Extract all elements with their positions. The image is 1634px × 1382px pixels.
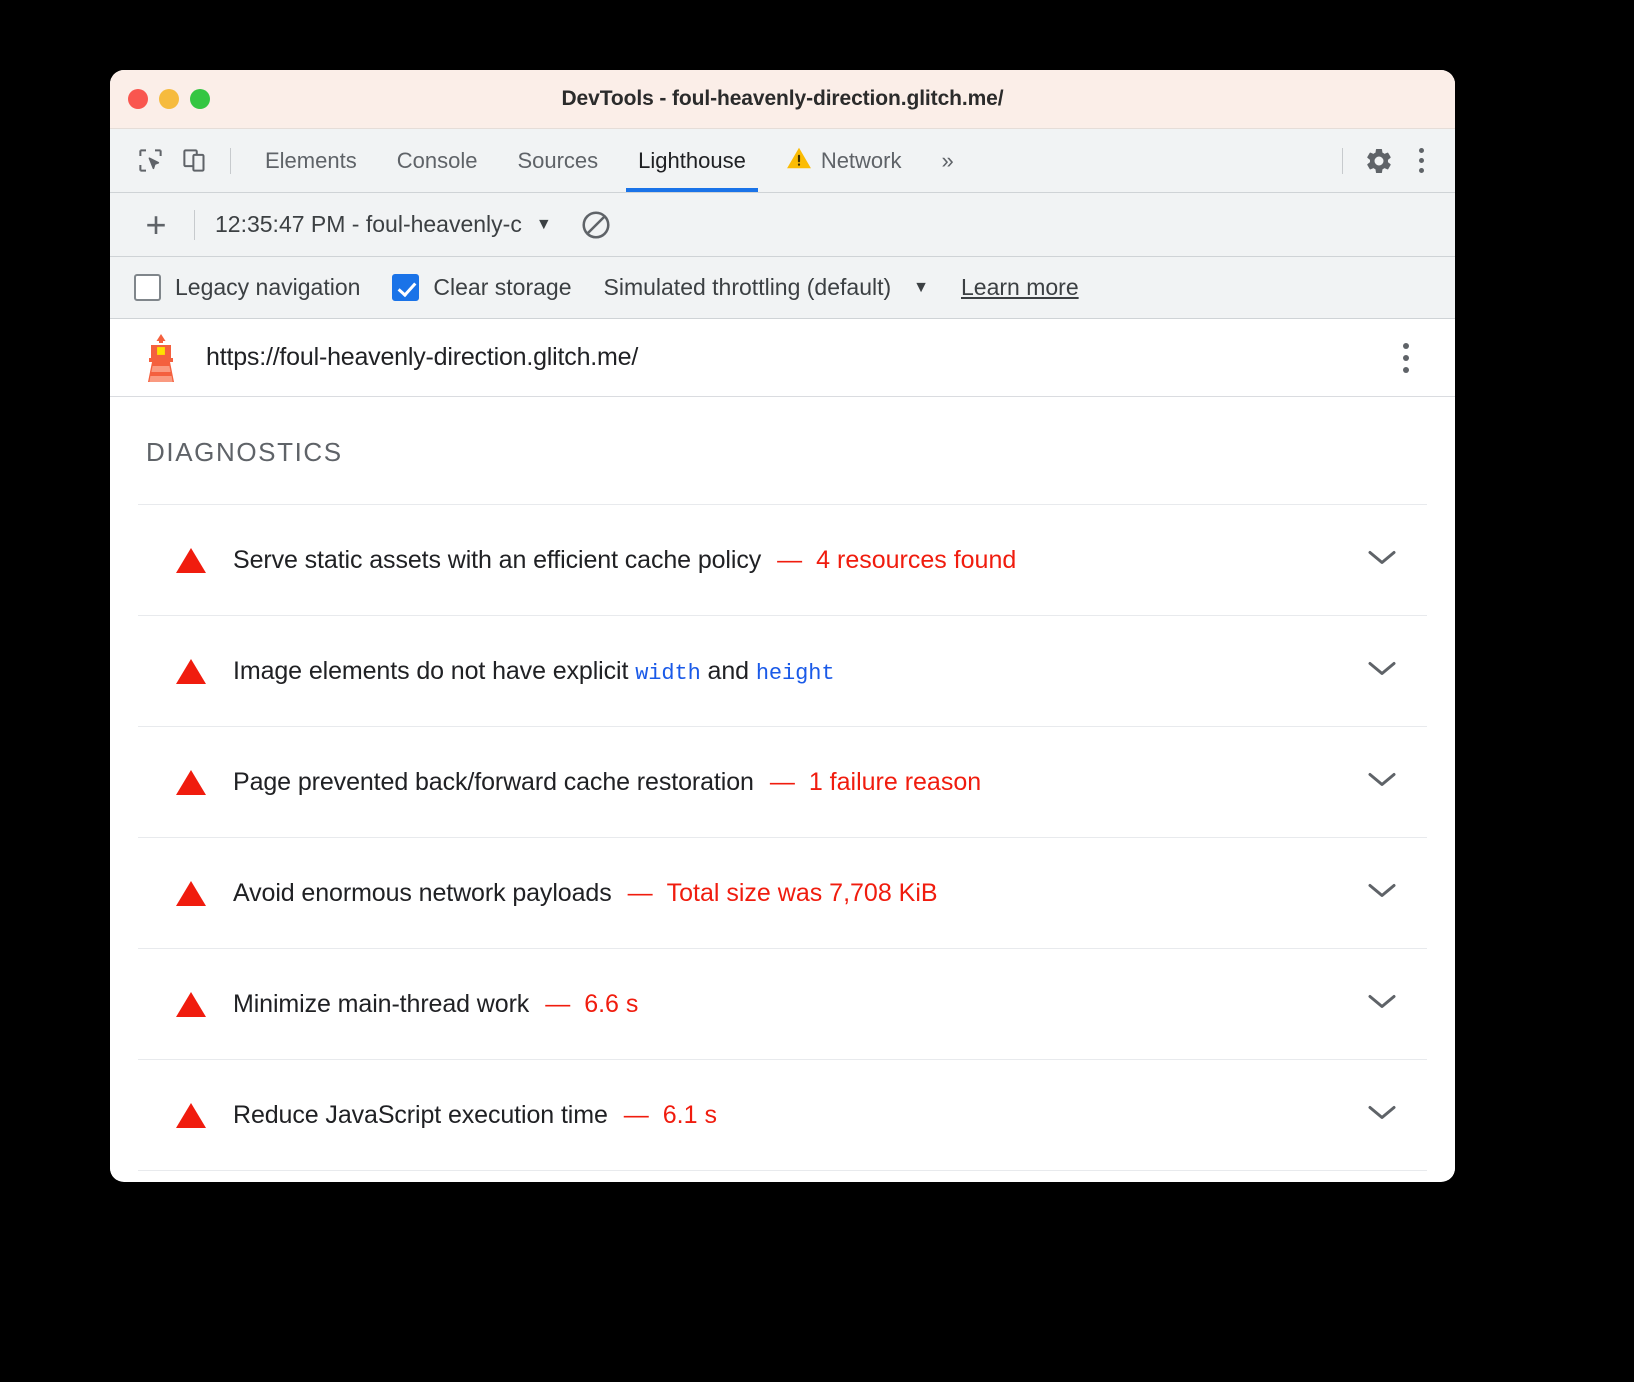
chevron-down-icon[interactable] xyxy=(1367,771,1397,794)
chevron-down-icon: ▼ xyxy=(913,279,929,297)
chevron-down-icon: ▼ xyxy=(536,216,552,234)
audit-value-text: Total size was 7,708 KiB xyxy=(667,879,938,907)
audit-row[interactable]: Page prevented back/forward cache restor… xyxy=(138,726,1427,837)
learn-more-link[interactable]: Learn more xyxy=(961,274,1079,301)
audit-title: Reduce JavaScript execution time xyxy=(233,1101,608,1130)
audit-row[interactable]: Reduce JavaScript execution time — 6.1 s xyxy=(138,1059,1427,1170)
report-options-icon[interactable] xyxy=(1385,334,1427,382)
fail-triangle-icon xyxy=(176,881,206,906)
tab-console-label: Console xyxy=(397,148,478,174)
audit-row[interactable]: Image elements do not have explicit widt… xyxy=(138,615,1427,726)
audit-value-text: 6.6 s xyxy=(584,990,638,1018)
tab-lighthouse-label: Lighthouse xyxy=(638,148,746,174)
audit-title: Serve static assets with an efficient ca… xyxy=(233,546,761,575)
audit-value: — Total size was 7,708 KiB xyxy=(628,879,938,908)
audit-row[interactable]: Avoid enormous network payloads — Total s… xyxy=(138,837,1427,948)
tab-lighthouse[interactable]: Lighthouse xyxy=(618,129,766,192)
audit-value-text: 6.1 s xyxy=(663,1101,717,1129)
inspect-element-icon[interactable] xyxy=(128,139,172,183)
maximize-window-button[interactable] xyxy=(190,89,210,109)
audit-value xyxy=(850,657,864,686)
audit-value: — 6.1 s xyxy=(624,1101,717,1130)
report-url: https://foul-heavenly-direction.glitch.m… xyxy=(206,343,638,372)
audit-title: Image elements do not have explicit widt… xyxy=(233,657,834,686)
clear-storage-checkbox[interactable]: Clear storage xyxy=(392,274,571,301)
audit-list-bottom-divider xyxy=(138,1170,1427,1180)
legacy-navigation-checkbox[interactable]: Legacy navigation xyxy=(134,274,360,301)
lighthouse-icon xyxy=(138,333,184,383)
fail-triangle-icon xyxy=(176,659,206,684)
lighthouse-toolbar: + 12:35:47 PM - foul-heavenly-c ▼ xyxy=(110,193,1455,257)
close-window-button[interactable] xyxy=(128,89,148,109)
report-header: https://foul-heavenly-direction.glitch.m… xyxy=(110,319,1455,397)
audit-value: — 6.6 s xyxy=(545,990,638,1019)
tab-console[interactable]: Console xyxy=(377,129,498,192)
audit-dash: — xyxy=(770,768,795,796)
fail-triangle-icon xyxy=(176,770,206,795)
devtools-window: DevTools - foul-heavenly-direction.glitc… xyxy=(110,70,1455,1182)
tab-network[interactable]: Network xyxy=(766,129,922,192)
diagnostics-heading: DIAGNOSTICS xyxy=(138,397,1427,504)
chevron-down-icon[interactable] xyxy=(1367,993,1397,1016)
audit-value: — 1 failure reason xyxy=(770,768,981,797)
audit-value-text: 1 failure reason xyxy=(809,768,981,796)
audit-dash: — xyxy=(545,990,570,1018)
tab-elements[interactable]: Elements xyxy=(245,129,377,192)
device-toolbar-icon[interactable] xyxy=(172,139,216,183)
legacy-navigation-box xyxy=(134,274,161,301)
chevron-down-icon[interactable] xyxy=(1367,882,1397,905)
throttling-label: Simulated throttling (default) xyxy=(604,274,892,301)
tab-sources-label: Sources xyxy=(517,148,598,174)
clear-all-icon[interactable] xyxy=(578,207,614,243)
tab-elements-label: Elements xyxy=(265,148,357,174)
audit-dash: — xyxy=(624,1101,649,1129)
legacy-navigation-label: Legacy navigation xyxy=(175,274,360,301)
tabbar-right-actions xyxy=(1328,139,1455,183)
gear-icon[interactable] xyxy=(1357,139,1401,183)
audit-title: Avoid enormous network payloads xyxy=(233,879,612,908)
fail-triangle-icon xyxy=(176,548,206,573)
toolbar-divider xyxy=(230,148,231,174)
chevron-down-icon[interactable] xyxy=(1367,549,1397,572)
clear-storage-box xyxy=(392,274,419,301)
diagnostics-section: DIAGNOSTICS Serve static assets with an … xyxy=(110,397,1455,1180)
report-select-value: 12:35:47 PM - foul-heavenly-c xyxy=(215,211,522,238)
window-title: DevTools - foul-heavenly-direction.glitc… xyxy=(110,87,1455,111)
warning-triangle-icon xyxy=(786,146,812,176)
audit-title: Page prevented back/forward cache restor… xyxy=(233,768,754,797)
audit-row[interactable]: Minimize main-thread work — 6.6 s xyxy=(138,948,1427,1059)
audit-row[interactable]: Serve static assets with an efficient ca… xyxy=(138,504,1427,615)
fail-triangle-icon xyxy=(176,1103,206,1128)
fail-triangle-icon xyxy=(176,992,206,1017)
more-tabs-button[interactable]: » xyxy=(922,148,972,174)
devtools-tabbar: Elements Console Sources Lighthouse xyxy=(110,129,1455,193)
audit-title: Minimize main-thread work xyxy=(233,990,529,1019)
kebab-menu-icon[interactable] xyxy=(1401,139,1441,183)
audit-value: — 4 resources found xyxy=(777,546,1016,575)
new-report-button[interactable]: + xyxy=(134,207,178,243)
chevron-down-icon[interactable] xyxy=(1367,660,1397,683)
tab-network-label: Network xyxy=(821,148,902,174)
traffic-lights xyxy=(128,89,210,109)
audit-value-text: 4 resources found xyxy=(816,546,1016,574)
minimize-window-button[interactable] xyxy=(159,89,179,109)
clear-storage-label: Clear storage xyxy=(433,274,571,301)
tab-list: Elements Console Sources Lighthouse xyxy=(245,129,972,192)
screen: DevTools - foul-heavenly-direction.glitc… xyxy=(0,0,1634,1382)
report-select[interactable]: 12:35:47 PM - foul-heavenly-c ▼ xyxy=(215,211,552,238)
audit-dash: — xyxy=(777,546,802,574)
window-titlebar: DevTools - foul-heavenly-direction.glitc… xyxy=(110,70,1455,129)
tab-sources[interactable]: Sources xyxy=(497,129,618,192)
chevron-down-icon[interactable] xyxy=(1367,1104,1397,1127)
lighthouse-settings-row: Legacy navigation Clear storage Simulate… xyxy=(110,257,1455,319)
lh-toolbar-divider xyxy=(194,210,195,240)
right-divider xyxy=(1342,148,1343,174)
audit-dash: — xyxy=(628,879,653,907)
throttling-select[interactable]: Simulated throttling (default) ▼ xyxy=(604,274,930,301)
